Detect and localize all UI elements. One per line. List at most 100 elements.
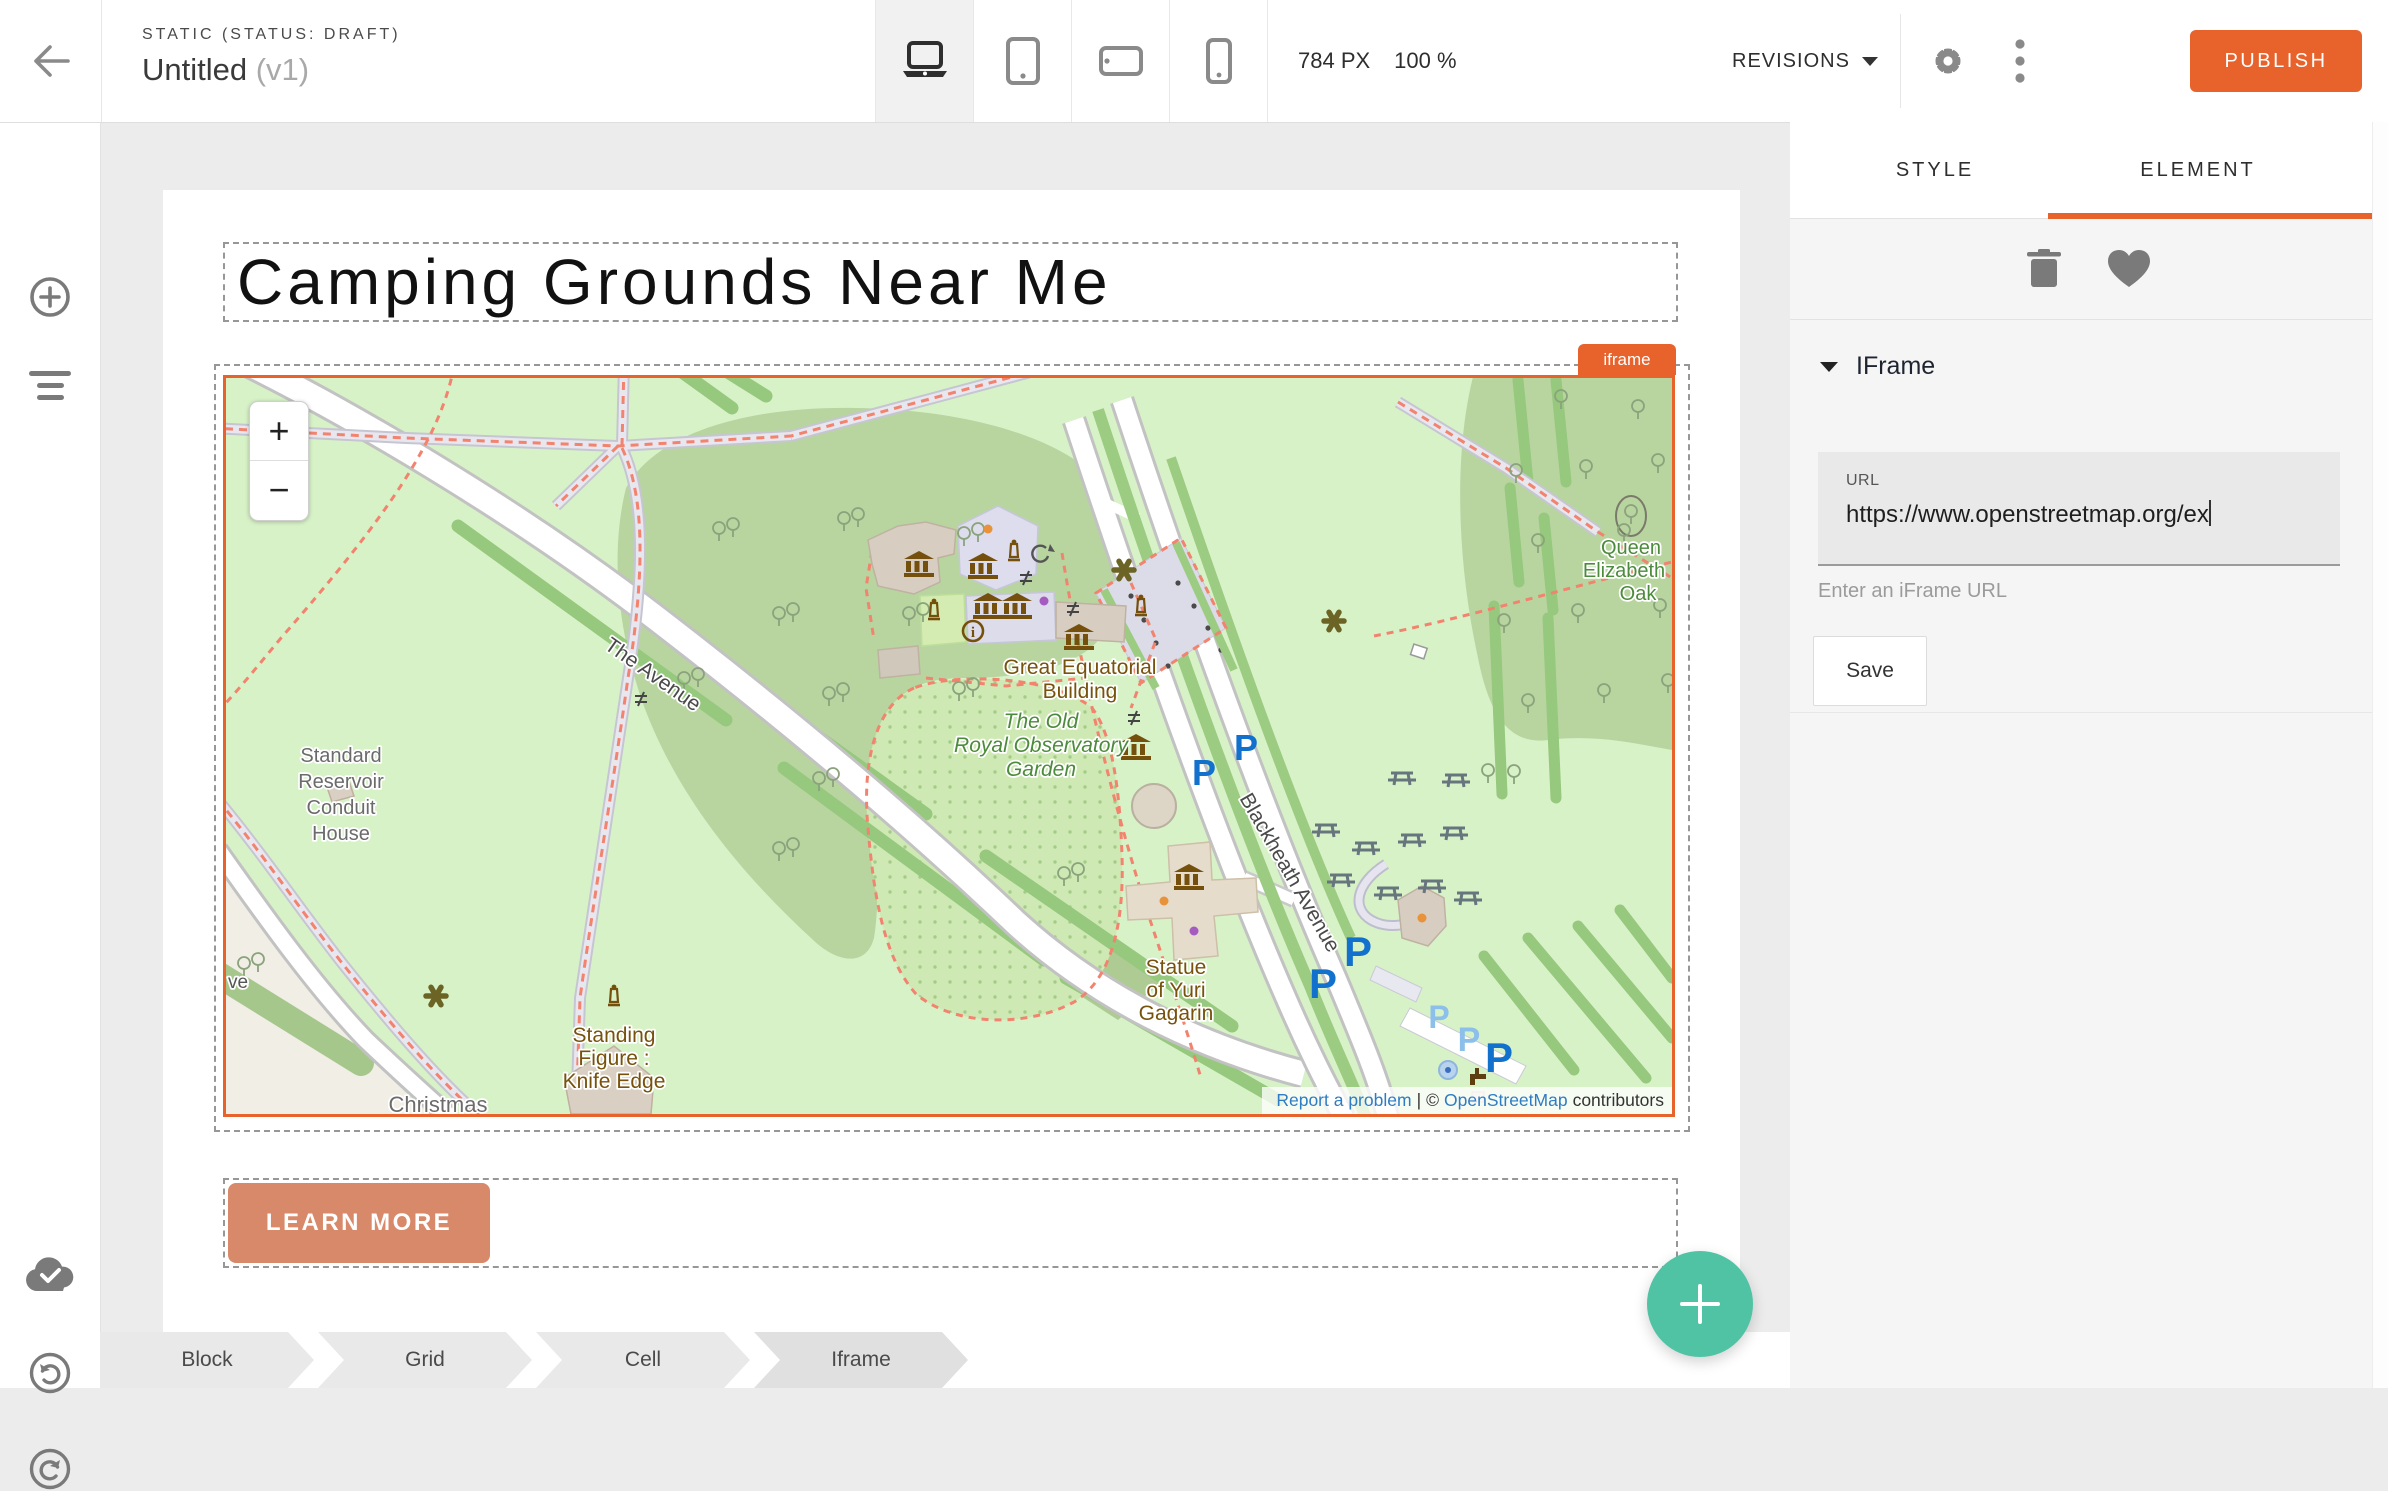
svg-text:i: i [971, 625, 975, 641]
svg-text:Great Equatorial: Great Equatorial [1004, 656, 1157, 679]
gear-icon [1927, 40, 1969, 82]
url-field-value: https://www.openstreetmap.org/ex [1846, 500, 2332, 529]
svg-text:Christmas: Christmas [388, 1092, 487, 1114]
svg-text:Garden: Garden [1006, 758, 1076, 781]
svg-text:Standing: Standing [573, 1024, 656, 1047]
breadcrumb-block[interactable]: Block [100, 1332, 314, 1388]
report-problem-link[interactable]: Report a problem [1276, 1090, 1411, 1111]
svg-text:P: P [1309, 960, 1337, 1007]
svg-text:ve: ve [228, 972, 248, 993]
learn-more-button[interactable]: LEARN MORE [228, 1183, 490, 1263]
svg-text:Building: Building [1043, 680, 1118, 703]
text-cursor [2209, 500, 2211, 526]
redo-icon [28, 1447, 72, 1491]
svg-text:Oak: Oak [1620, 583, 1658, 605]
tablet-icon [1006, 37, 1040, 85]
redo-button[interactable] [0, 1447, 100, 1491]
back-arrow-icon [30, 43, 72, 79]
svg-text:of Yuri: of Yuri [1146, 979, 1205, 1002]
kebab-menu-icon [2015, 39, 2025, 83]
svg-text:Gagarin: Gagarin [1139, 1002, 1214, 1025]
chevron-down-icon [1862, 57, 1878, 66]
viewport-zoom: 100 % [1394, 48, 1456, 74]
svg-text:Reservoir: Reservoir [298, 771, 384, 793]
viewport-size-indicator: 784 PX 100 % [1298, 0, 1457, 122]
svg-text:P: P [1344, 928, 1372, 975]
section-title: IFrame [1856, 352, 1935, 381]
svg-text:P: P [1428, 999, 1449, 1035]
openstreetmap-link[interactable]: OpenStreetMap [1444, 1090, 1568, 1111]
plus-icon [1678, 1282, 1722, 1326]
top-toolbar: STATIC (STATUS: DRAFT) Untitled (v1) [0, 0, 2388, 123]
undo-icon [28, 1351, 72, 1395]
openstreetmap-canvas: i P P P [226, 378, 1672, 1114]
device-desktop-button[interactable] [876, 0, 974, 122]
publish-button[interactable]: PUBLISH [2190, 30, 2362, 92]
saved-status-button[interactable] [0, 1255, 100, 1293]
svg-text:P: P [1234, 727, 1258, 768]
svg-text:The Old: The Old [1004, 710, 1080, 733]
map-zoom-in-button[interactable]: + [250, 402, 308, 460]
save-button[interactable]: Save [1813, 636, 1927, 706]
svg-text:P: P [1192, 752, 1216, 793]
left-toolbar [0, 122, 101, 1388]
map-attribution: Report a problem | © OpenStreetMap contr… [1262, 1087, 1672, 1114]
toolbar-divider [1900, 14, 1901, 108]
undo-button[interactable] [0, 1351, 100, 1395]
laptop-icon [901, 41, 949, 81]
panel-tabbar: STYLE ELEMENT [1790, 122, 2388, 219]
properties-panel: STYLE ELEMENT IFrame URL https://www.ope… [1790, 122, 2388, 1388]
svg-text:House: House [312, 823, 370, 845]
svg-text:Royal Observatory: Royal Observatory [954, 734, 1129, 757]
plus-circle-icon [28, 275, 72, 319]
svg-text:Standard: Standard [300, 745, 381, 767]
phone-icon [1206, 38, 1232, 84]
iframe-section-toggle[interactable]: IFrame [1820, 352, 1935, 381]
iframe-element-tag: iframe [1578, 344, 1676, 375]
collapse-caret-icon [1820, 362, 1838, 372]
heading-text[interactable]: Camping Grounds Near Me [237, 246, 1667, 318]
back-button[interactable] [0, 0, 102, 122]
add-block-fab[interactable] [1647, 1251, 1753, 1357]
svg-text:Statue: Statue [1146, 956, 1207, 979]
more-options-button[interactable] [1990, 0, 2050, 122]
page-status: STATIC (STATUS: DRAFT) [142, 26, 401, 44]
page-title: Untitled (v1) [142, 52, 309, 88]
iframe-url-field[interactable]: URL https://www.openstreetmap.org/ex [1818, 452, 2340, 566]
layers-button[interactable] [0, 370, 100, 402]
breadcrumb-grid[interactable]: Grid [318, 1332, 532, 1388]
svg-text:P: P [1458, 1021, 1481, 1059]
viewport-width: 784 PX [1298, 48, 1370, 74]
tab-style[interactable]: STYLE [1790, 122, 2080, 218]
cloud-check-icon [24, 1255, 76, 1293]
svg-text:Knife Edge: Knife Edge [563, 1070, 666, 1093]
breadcrumb-cell[interactable]: Cell [536, 1332, 750, 1388]
map-zoom-out-button[interactable]: − [250, 461, 308, 519]
add-element-button[interactable] [0, 275, 100, 319]
device-mobile-button[interactable] [1170, 0, 1267, 122]
page-version: (v1) [256, 52, 309, 87]
revisions-dropdown[interactable]: REVISIONS [1732, 0, 1878, 122]
map-zoom-control: + − [249, 401, 309, 521]
tablet-landscape-icon [1099, 46, 1143, 76]
heart-icon[interactable] [2107, 249, 2151, 289]
trash-icon[interactable] [2027, 249, 2061, 289]
fountain-icon [1439, 1061, 1457, 1079]
device-tablet-button[interactable] [974, 0, 1072, 122]
breadcrumb-iframe[interactable]: Iframe [754, 1332, 968, 1388]
device-preview-switcher [875, 0, 1268, 122]
url-helper-text: Enter an iFrame URL [1818, 580, 2007, 603]
svg-text:P: P [1485, 1034, 1513, 1081]
settings-button[interactable] [1908, 0, 1988, 122]
map-iframe[interactable]: i P P P [226, 378, 1672, 1114]
svg-text:Figure :: Figure : [578, 1047, 649, 1070]
panel-scrollbar-gutter[interactable] [2372, 122, 2388, 1388]
element-breadcrumb: Block Grid Cell Iframe [100, 1332, 1790, 1388]
tab-element[interactable]: ELEMENT [2048, 122, 2348, 218]
layers-icon [28, 370, 72, 402]
svg-text:Queen: Queen [1601, 537, 1661, 559]
url-field-label: URL [1846, 472, 1880, 490]
element-actions [1790, 219, 2388, 320]
device-landscape-button[interactable] [1072, 0, 1170, 122]
svg-text:Conduit: Conduit [307, 797, 376, 819]
